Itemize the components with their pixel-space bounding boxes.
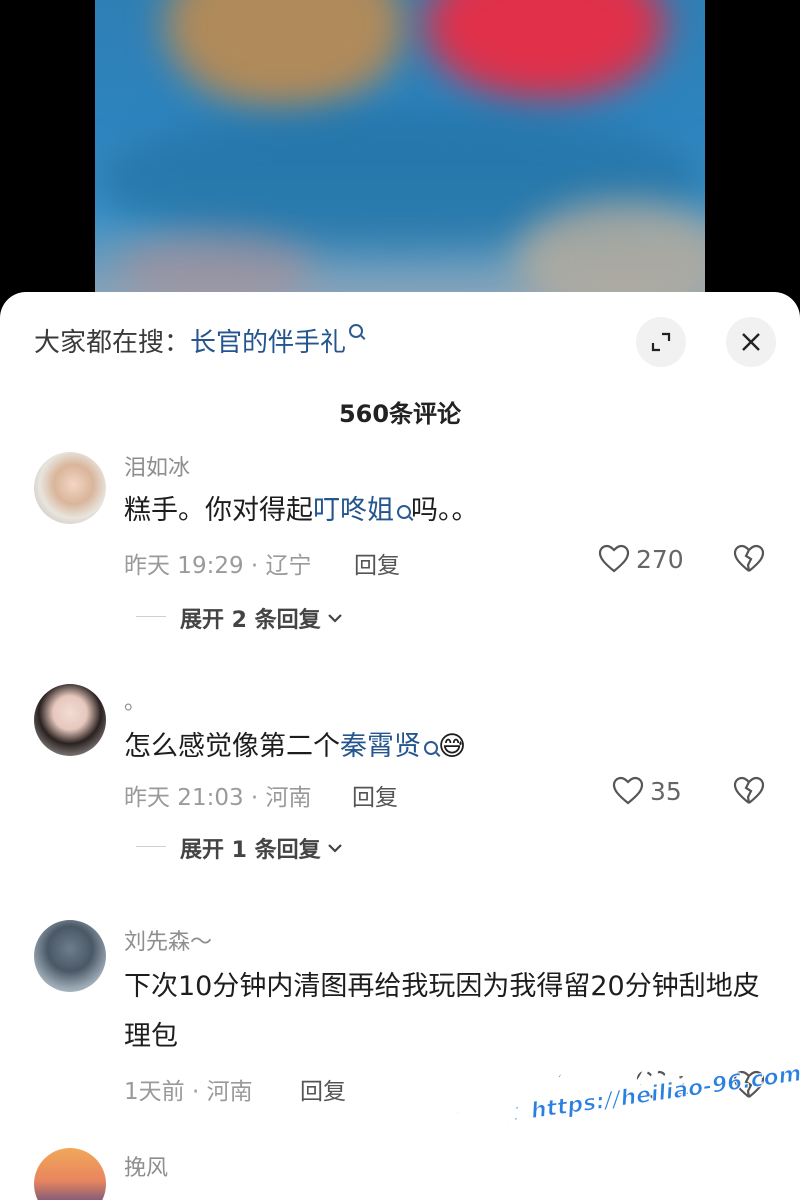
chevron-down-icon [327,614,342,623]
broken-heart-icon [733,776,765,804]
expand-replies-button[interactable]: 展开 2 条回复 [180,602,343,634]
comment-text-part: 糕手。你对得起 [124,495,313,526]
comment-search-link[interactable]: 秦霄贤 [340,731,421,762]
hot-search-term[interactable]: 长官的伴手礼 [190,322,346,359]
hot-search-bar[interactable]: 大家都在搜： 长官的伴手礼 [34,322,364,359]
comment-text: 糕手。你对得起叮咚姐 吗。。 [124,486,770,536]
comment-meta: 昨天 19:29 · 辽宁 [124,553,312,579]
video-blur-region [165,0,405,110]
expand-replies-button[interactable]: 展开 1 条回复 [180,832,343,864]
comment-text: 怎么感觉像第二个秦霄贤 😅 [124,722,770,772]
search-icon [424,741,438,755]
comment-meta: 1天前 · 河南 [124,1079,253,1105]
search-icon [397,505,411,519]
divider [136,616,166,617]
expand-replies-label: 展开 2 条回复 [180,608,321,633]
heart-icon [612,776,644,805]
dislike-button[interactable] [733,776,765,810]
comment-username[interactable]: 。 [124,684,146,716]
like-button[interactable]: 270 [598,544,684,574]
like-count: 35 [650,776,682,806]
divider [136,846,166,847]
fullscreen-button[interactable] [636,317,686,367]
comment-text-part: 怎么感觉像第二个 [124,731,340,762]
video-blur-region [115,230,315,300]
emoji: 😅 [438,731,467,762]
broken-heart-icon [733,544,765,572]
expand-replies-label: 展开 1 条回复 [180,838,321,863]
comment-meta: 昨天 21:03 · 河南 [124,785,312,811]
avatar[interactable] [34,920,106,992]
chevron-down-icon [327,844,342,853]
avatar[interactable] [34,684,106,756]
hot-search-label: 大家都在搜： [34,328,191,358]
video-blur-region [425,0,665,100]
reply-button[interactable]: 回复 [300,1072,346,1106]
comment-username[interactable]: 泪如冰 [124,450,190,482]
comment-text-part: 吗。。 [411,495,479,526]
search-icon [349,324,364,338]
avatar[interactable] [34,1148,106,1200]
like-button[interactable]: 35 [612,776,682,806]
reply-button[interactable]: 回复 [352,778,398,812]
comment-search-link[interactable]: 叮咚姐 [313,495,394,526]
comment-username[interactable]: 挽风 [124,1150,168,1182]
heart-icon [598,544,630,573]
avatar[interactable] [34,452,106,524]
comment-username[interactable]: 刘先森～ [124,924,212,956]
like-count: 270 [636,544,684,574]
close-button[interactable] [726,317,776,367]
comment-count: 560条评论 [338,400,462,428]
close-icon [742,333,760,351]
reply-button[interactable]: 回复 [354,546,400,580]
comment-text: 下次10分钟内清图再给我玩因为我得留20分钟刮地皮理包 [124,971,760,1052]
video-player[interactable] [95,0,705,300]
expand-icon [651,332,671,352]
dislike-button[interactable] [733,544,765,578]
